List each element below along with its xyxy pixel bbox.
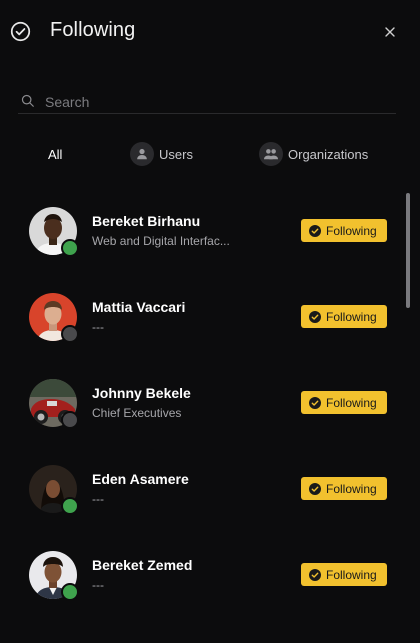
following-button[interactable]: Following xyxy=(301,305,387,328)
following-button-label: Following xyxy=(326,309,377,324)
list-item[interactable]: Mattia Vaccari --- Following xyxy=(0,274,400,360)
following-button-label: Following xyxy=(326,223,377,238)
page-title: Following xyxy=(50,19,136,41)
user-subtitle: --- xyxy=(92,578,104,592)
check-circle-icon xyxy=(309,568,321,581)
user-name: Mattia Vaccari xyxy=(92,299,186,315)
user-name: Johnny Bekele xyxy=(92,385,191,401)
tab-organizations[interactable]: Organizations xyxy=(259,142,368,166)
user-subtitle: Web and Digital Interfac... xyxy=(92,234,230,248)
list-item[interactable]: Bereket Zemed --- Following xyxy=(0,532,400,618)
user-name: Eden Asamere xyxy=(92,471,189,487)
list-item[interactable]: Eden Asamere --- Following xyxy=(0,446,400,532)
search-bar xyxy=(18,89,396,114)
tab-all[interactable]: All xyxy=(48,142,62,166)
status-indicator-online xyxy=(61,239,79,257)
user-subtitle: --- xyxy=(92,320,104,334)
tab-users[interactable]: Users xyxy=(130,142,193,166)
following-button[interactable]: Following xyxy=(301,219,387,242)
scrollbar-thumb[interactable] xyxy=(406,193,410,308)
close-icon xyxy=(385,27,395,37)
check-circle-icon xyxy=(309,482,321,495)
check-circle-icon xyxy=(309,310,321,323)
panel-header: Following xyxy=(0,0,420,64)
following-button-label: Following xyxy=(326,567,377,582)
user-icon xyxy=(137,148,147,160)
user-name: Bereket Zemed xyxy=(92,557,193,573)
check-circle-icon xyxy=(309,396,321,409)
status-indicator-online xyxy=(61,497,79,515)
tab-organizations-label: Organizations xyxy=(288,146,369,162)
following-button-label: Following xyxy=(326,481,377,496)
status-indicator-offline xyxy=(61,325,79,343)
status-indicator-online xyxy=(61,583,79,601)
group-icon xyxy=(264,149,278,160)
tab-all-label: All xyxy=(48,146,63,162)
user-subtitle: --- xyxy=(92,492,104,506)
user-name: Bereket Birhanu xyxy=(92,213,201,229)
status-indicator-offline xyxy=(61,411,79,429)
search-icon xyxy=(21,94,34,107)
user-subtitle: Chief Executives xyxy=(92,406,182,420)
search-input[interactable] xyxy=(45,93,385,111)
tab-users-label: Users xyxy=(159,146,193,162)
following-button-label: Following xyxy=(326,395,377,410)
list-item[interactable]: Bereket Birhanu Web and Digital Interfac… xyxy=(0,188,400,274)
check-circle-icon xyxy=(309,224,321,237)
following-button[interactable]: Following xyxy=(301,391,387,414)
list-item[interactable]: Johnny Bekele Chief Executives Following xyxy=(0,360,400,446)
close-button[interactable] xyxy=(380,22,400,42)
check-circle-icon xyxy=(10,21,31,42)
following-button[interactable]: Following xyxy=(301,563,387,586)
following-button[interactable]: Following xyxy=(301,477,387,500)
